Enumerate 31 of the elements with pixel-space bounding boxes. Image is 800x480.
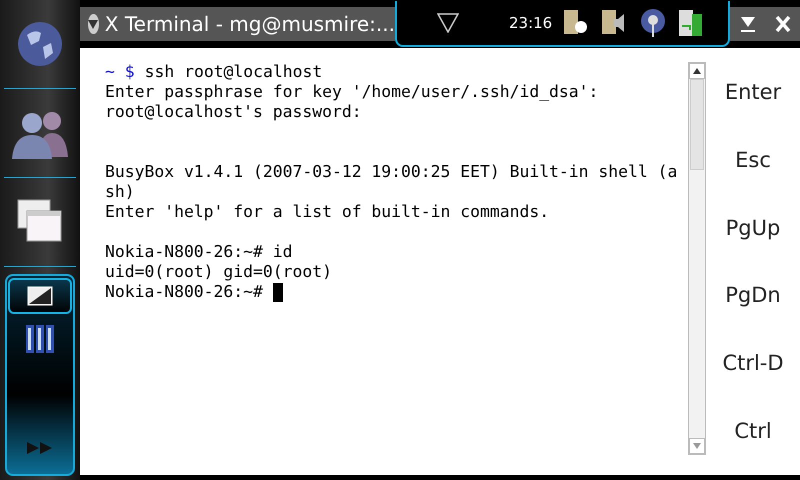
close-icon bbox=[774, 15, 790, 33]
scroll-up-icon[interactable] bbox=[689, 63, 705, 79]
terminal-line: sh) bbox=[105, 182, 135, 202]
terminal-line: uid=0(root) gid=0(root) bbox=[105, 262, 332, 282]
scroll-thumb[interactable] bbox=[690, 79, 704, 170]
key-button[interactable]: PgUp bbox=[722, 212, 784, 244]
key-button[interactable]: Esc bbox=[731, 144, 775, 176]
terminal-line: Enter passphrase for key '/home/user/.ssh/id_dsa': bbox=[105, 82, 598, 102]
key-button[interactable]: PgDn bbox=[721, 279, 785, 312]
shell-prompt: ~ $ bbox=[105, 62, 135, 82]
scrollbar[interactable] bbox=[688, 62, 706, 455]
terminal-line: Nokia-N800-26:~# id bbox=[105, 242, 292, 262]
battery-icon[interactable] bbox=[678, 8, 704, 38]
menu-icon[interactable] bbox=[88, 14, 99, 34]
terminal-icon[interactable] bbox=[27, 286, 53, 306]
terminal-line: root@localhost's password: bbox=[105, 102, 362, 122]
terminal-line: Nokia-N800-26:~# bbox=[105, 282, 263, 302]
minimize-icon bbox=[740, 15, 756, 33]
key-button[interactable]: Ctrl bbox=[730, 415, 776, 448]
globe-icon[interactable] bbox=[17, 21, 63, 67]
scroll-down-icon[interactable] bbox=[689, 438, 705, 454]
books-icon[interactable] bbox=[25, 322, 55, 354]
window-title: X Terminal - mg@musmire:... bbox=[104, 12, 395, 36]
dropdown-triangle-icon[interactable] bbox=[437, 13, 459, 33]
task-item[interactable] bbox=[8, 278, 72, 314]
clock-time: 23:16 bbox=[509, 14, 552, 32]
terminal-line: ssh root@localhost bbox=[144, 62, 322, 82]
terminal-line: BusyBox v1.4.1 (2007-03-12 19:00:25 EET) Built-in shell (a bbox=[105, 162, 678, 182]
terminal-line: Enter 'help' for a list of built-in commands. bbox=[105, 202, 550, 222]
key-button[interactable]: Ctrl-D bbox=[718, 347, 788, 380]
key-button[interactable]: Enter bbox=[720, 76, 786, 108]
